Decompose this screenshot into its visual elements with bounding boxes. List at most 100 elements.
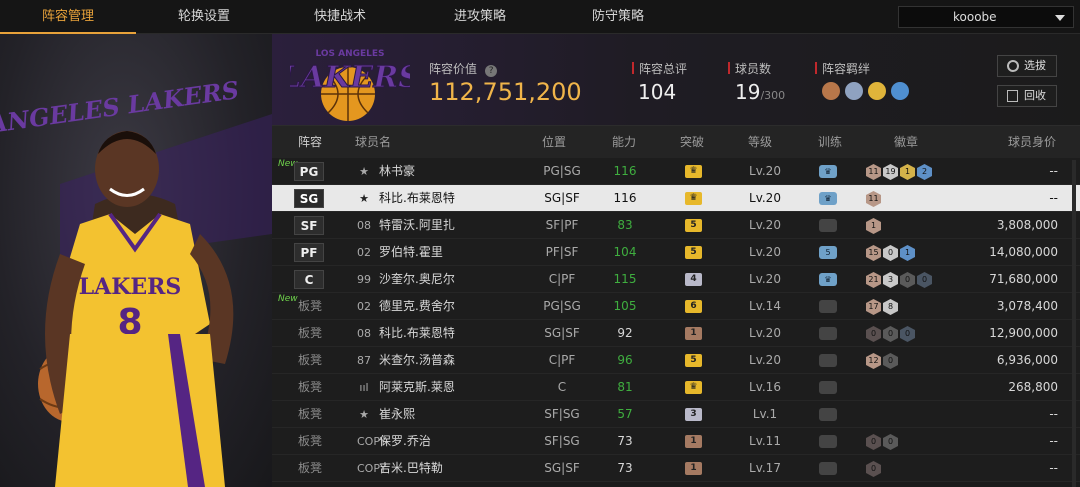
breakthrough-badge: ♛	[685, 381, 702, 394]
training-icon[interactable]	[819, 300, 837, 313]
badge-icon[interactable]: 0	[866, 326, 881, 342]
player-name[interactable]: 米查尔.汤普森	[379, 347, 455, 374]
training-icon[interactable]: ♛	[819, 273, 837, 286]
position-slot[interactable]: PF	[294, 243, 324, 262]
badge-icon[interactable]: 1	[866, 218, 881, 234]
player-name[interactable]: 罗伯特.霍里	[379, 239, 443, 266]
player-name[interactable]: 吉米.巴特勒	[379, 455, 443, 482]
player-name[interactable]: 阿莱克斯.莱恩	[379, 374, 455, 401]
player-name[interactable]: 保罗.乔治	[379, 428, 431, 455]
table-row[interactable]: PF 02 罗伯特.霍里 PF|SF 104 5 Lv.20 5 15 0 1 14,080,000	[272, 239, 1080, 266]
bond-bronze-icon[interactable]	[822, 82, 840, 100]
training-icon[interactable]	[819, 327, 837, 340]
badge-icon[interactable]: 3	[883, 272, 898, 288]
bond-gold-icon[interactable]	[868, 82, 886, 100]
player-position: SF|PF	[545, 218, 579, 232]
header-breakthrough[interactable]: 突破	[680, 126, 704, 158]
select-button[interactable]: 选拔	[997, 55, 1057, 77]
header-value[interactable]: 球员身价	[1008, 126, 1056, 158]
header-ability[interactable]: 能力	[612, 126, 636, 158]
player-name[interactable]: 科比.布莱恩特	[379, 185, 455, 212]
table-row[interactable]: New 板凳 02 德里克.费舍尔 PG|SG 105 6 Lv.14 17 8 3,078,400	[272, 293, 1080, 320]
new-tag: New	[278, 294, 298, 304]
header-name[interactable]: 球员名	[355, 126, 391, 158]
training-icon[interactable]	[819, 462, 837, 475]
table-row[interactable]: SG ★ 科比.布莱恩特 SG|SF 116 ♛ Lv.20 ♛ 11 --	[272, 185, 1080, 212]
help-icon[interactable]: ?	[485, 65, 498, 77]
badge-icon[interactable]: 19	[883, 164, 898, 180]
training-icon[interactable]: ♛	[819, 165, 837, 178]
table-row[interactable]: 板凳 COPY 保罗.乔治 SF|SG 73 1 Lv.11 0 0 --	[272, 428, 1080, 455]
document-icon	[1007, 90, 1018, 102]
table-row[interactable]: New PG ★ 林书豪 PG|SG 116 ♛ Lv.20 ♛ 11 19 1 2 --	[272, 158, 1080, 185]
scrollbar[interactable]	[1072, 160, 1076, 487]
position-slot[interactable]: SF	[294, 216, 324, 235]
player-name[interactable]: 崔永熙	[379, 401, 415, 428]
table-row[interactable]: SF 08 特雷沃.阿里扎 SF|PF 83 5 Lv.20 1 3,808,000	[272, 212, 1080, 239]
table-row[interactable]: 板凳 COPY 吉米.巴特勒 SG|SF 73 1 Lv.17 0 --	[272, 455, 1080, 482]
badge-icon[interactable]: 21	[866, 272, 881, 288]
badge-icon[interactable]: 15	[866, 245, 881, 261]
bond-silver-icon[interactable]	[845, 82, 863, 100]
badge-icon[interactable]: 11	[866, 191, 881, 207]
player-tier: 99	[357, 273, 371, 286]
badge-icon[interactable]: 0	[900, 326, 915, 342]
player-name[interactable]: 林书豪	[379, 158, 415, 185]
training-icon[interactable]: 5	[819, 246, 837, 259]
player-tier: 02	[357, 246, 371, 259]
badge-icon[interactable]: 0	[900, 272, 915, 288]
table-row[interactable]: 板凳 ★ 崔永熙 SF|SG 57 3 Lv.1 --	[272, 401, 1080, 428]
player-ability: 104	[613, 245, 637, 259]
table-row[interactable]: 板凳 ııl 阿莱克斯.莱恩 C 81 ♛ Lv.16 268,800	[272, 374, 1080, 401]
header-position[interactable]: 位置	[542, 126, 566, 158]
badge-icon[interactable]: 12	[866, 353, 881, 369]
position-slot[interactable]: C	[294, 270, 324, 289]
badge-icon[interactable]: 0	[917, 272, 932, 288]
player-name[interactable]: 沙奎尔.奥尼尔	[379, 266, 455, 293]
badge-icon[interactable]: 0	[883, 245, 898, 261]
header-badges[interactable]: 徽章	[894, 126, 918, 158]
bond-blue-icon[interactable]	[891, 82, 909, 100]
badge-icon[interactable]: 11	[866, 164, 881, 180]
table-row[interactable]: 板凳 87 米查尔.汤普森 C|PF 96 5 Lv.20 12 0 6,936,000	[272, 347, 1080, 374]
select-button-label: 选拔	[1024, 59, 1046, 72]
header-lineup[interactable]: 阵容	[298, 126, 322, 158]
player-value: 71,680,000	[989, 272, 1058, 286]
recycle-button[interactable]: 回收	[997, 85, 1057, 107]
position-slot[interactable]: PG	[294, 162, 324, 181]
tab-lineup[interactable]: 阵容管理	[0, 0, 136, 34]
header-level[interactable]: 等级	[748, 126, 772, 158]
training-icon[interactable]	[819, 354, 837, 367]
header-training[interactable]: 训练	[818, 126, 842, 158]
badge-icon[interactable]: 17	[866, 299, 881, 315]
table-row[interactable]: 板凳 08 科比.布莱恩特 SG|SF 92 1 Lv.20 0 0 0 12,900,000	[272, 320, 1080, 347]
training-icon[interactable]	[819, 435, 837, 448]
badge-icon[interactable]: 0	[866, 434, 881, 450]
player-name[interactable]: 德里克.费舍尔	[379, 293, 455, 320]
badge-icon[interactable]: 1	[900, 164, 915, 180]
badge-icon[interactable]: 2	[917, 164, 932, 180]
training-icon[interactable]	[819, 381, 837, 394]
tab-quick-tactics[interactable]: 快捷战术	[272, 0, 408, 34]
badge-icon[interactable]: 0	[866, 461, 881, 477]
player-count: 19	[735, 80, 761, 104]
tab-offense[interactable]: 进攻策略	[412, 0, 548, 34]
tab-rotation[interactable]: 轮换设置	[136, 0, 272, 34]
account-dropdown[interactable]: kooobe	[898, 6, 1074, 28]
tab-defense[interactable]: 防守策略	[550, 0, 686, 34]
badge-icon[interactable]: 0	[883, 434, 898, 450]
player-name[interactable]: 特雷沃.阿里扎	[379, 212, 455, 239]
badge-icon[interactable]: 8	[883, 299, 898, 315]
position-slot[interactable]: SG	[294, 189, 324, 208]
training-icon[interactable]: ♛	[819, 192, 837, 205]
player-name[interactable]: 科比.布莱恩特	[379, 320, 455, 347]
player-ability: 83	[617, 218, 633, 232]
training-icon[interactable]	[819, 408, 837, 421]
badge-icon[interactable]: 0	[883, 353, 898, 369]
player-value: --	[1049, 164, 1058, 178]
training-icon[interactable]	[819, 219, 837, 232]
badge-icon[interactable]: 0	[883, 326, 898, 342]
table-row[interactable]: C 99 沙奎尔.奥尼尔 C|PF 115 4 Lv.20 ♛ 21 3 0 0 71,680,000	[272, 266, 1080, 293]
badge-icon[interactable]: 1	[900, 245, 915, 261]
player-level: Lv.20	[749, 272, 781, 286]
